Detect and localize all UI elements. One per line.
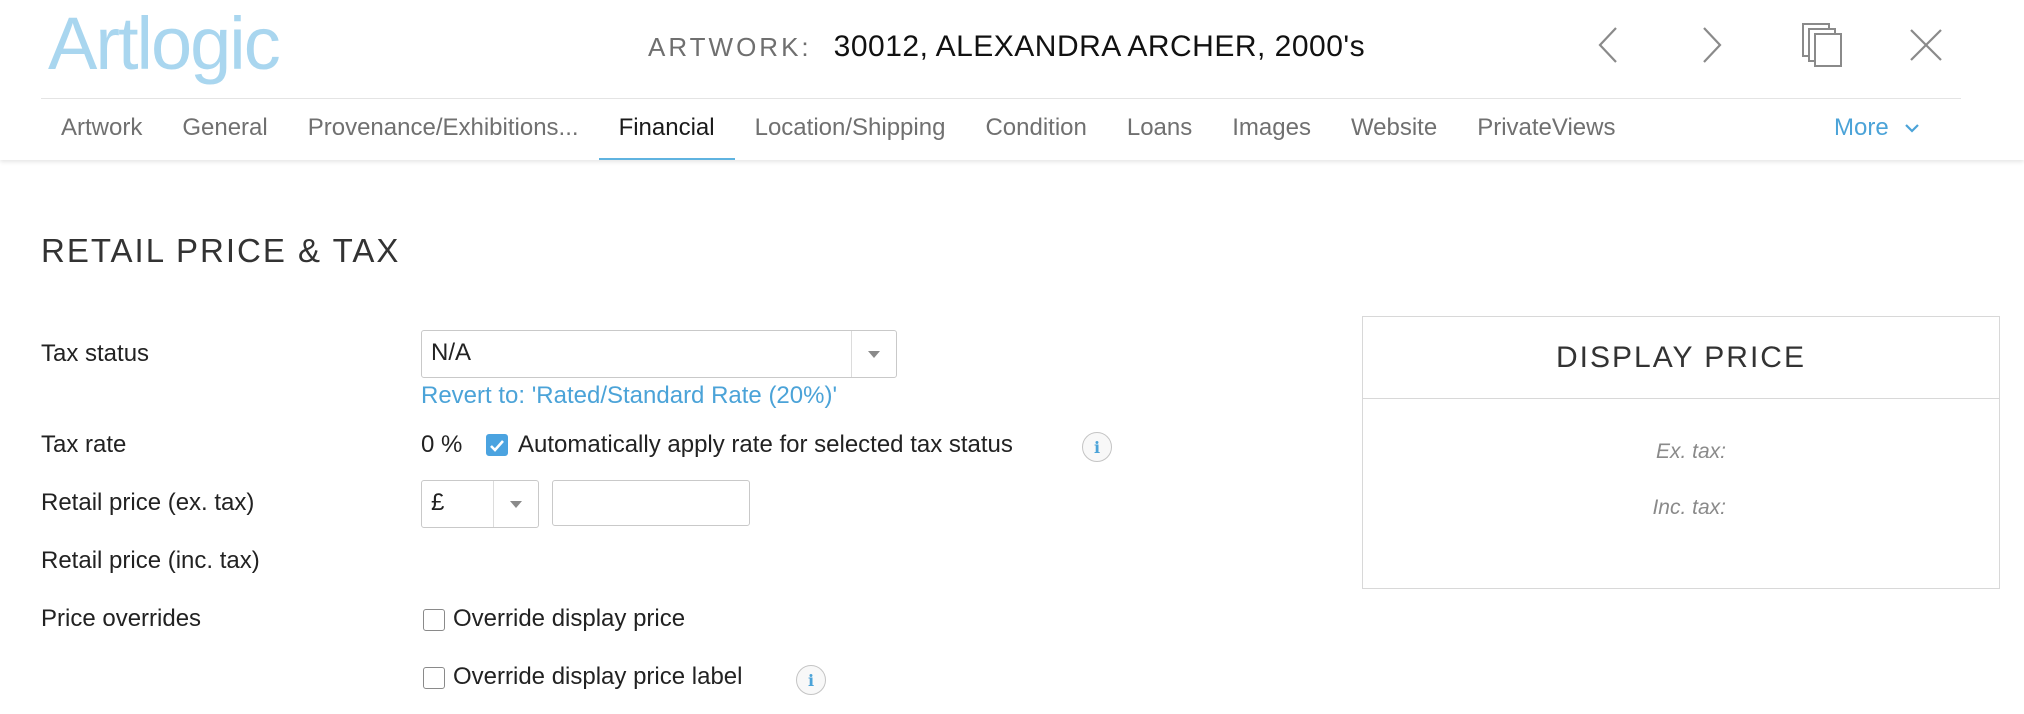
tax-rate-value: 0 % <box>421 431 463 458</box>
override-display-price-label[interactable]: Override display price <box>453 605 685 633</box>
record-name: 30012, ALEXANDRA ARCHER, 2000's <box>833 30 1366 63</box>
tab-financial[interactable]: Financial <box>598 104 735 160</box>
header-divider <box>41 98 1961 99</box>
currency-value: £ <box>431 489 445 516</box>
more-tabs-button[interactable]: More <box>1834 104 1919 152</box>
chevron-down-icon <box>1904 123 1919 133</box>
artlogic-logo: Artlogic <box>48 2 281 85</box>
tax-status-select[interactable]: N/A <box>421 330 897 378</box>
chevron-left-icon <box>1598 27 1617 63</box>
tab-website[interactable]: Website <box>1331 104 1457 158</box>
tab-loans[interactable]: Loans <box>1107 104 1212 158</box>
revert-tax-status-link[interactable]: Revert to: 'Rated/Standard Rate (20%)' <box>421 382 837 410</box>
tab-artwork[interactable]: Artwork <box>41 104 162 158</box>
dropdown-caret-icon <box>851 331 896 377</box>
info-icon[interactable]: i <box>1082 432 1112 462</box>
close-icon <box>1910 29 1942 61</box>
currency-select[interactable]: £ <box>421 480 539 528</box>
tab-general[interactable]: General <box>162 104 287 158</box>
record-type-label: ARTWORK: <box>648 31 812 62</box>
info-icon[interactable]: i <box>796 665 826 695</box>
tab-bar: Artwork General Provenance/Exhibitions..… <box>41 104 1635 160</box>
display-price-panel: DISPLAY PRICE Ex. tax: Inc. tax: <box>1362 316 2000 589</box>
dropdown-caret-icon <box>493 481 538 527</box>
tax-status-label: Tax status <box>41 340 150 367</box>
more-tabs-label: More <box>1834 114 1889 141</box>
section-title: RETAIL PRICE & TAX <box>41 232 401 269</box>
override-display-price-label-text[interactable]: Override display price label <box>453 663 742 691</box>
tab-condition[interactable]: Condition <box>965 104 1106 158</box>
tab-images[interactable]: Images <box>1212 104 1331 158</box>
tab-privateviews[interactable]: PrivateViews <box>1457 104 1635 158</box>
auto-apply-rate-checkbox[interactable] <box>486 434 508 456</box>
record-title: ARTWORK: 30012, ALEXANDRA ARCHER, 2000's <box>648 22 1365 72</box>
tab-provenance-exhibitions[interactable]: Provenance/Exhibitions... <box>288 104 599 158</box>
override-display-price-label-checkbox[interactable] <box>423 667 445 689</box>
next-record-button[interactable] <box>1687 20 1737 70</box>
ex-tax-label: Ex. tax: <box>1655 440 1726 463</box>
close-button[interactable] <box>1901 20 1951 70</box>
chevron-right-icon <box>1703 27 1722 63</box>
duplicate-icon <box>1802 23 1842 67</box>
retail-price-ex-tax-input[interactable] <box>552 480 750 526</box>
tax-status-value: N/A <box>431 339 472 366</box>
retail-price-ex-tax-label: Retail price (ex. tax) <box>41 489 255 516</box>
price-overrides-label: Price overrides <box>41 605 202 632</box>
override-display-price-checkbox[interactable] <box>423 609 445 631</box>
tax-rate-label: Tax rate <box>41 431 127 458</box>
tab-location-shipping[interactable]: Location/Shipping <box>735 104 966 158</box>
auto-apply-rate-label[interactable]: Automatically apply rate for selected ta… <box>518 431 1013 459</box>
retail-price-inc-tax-label: Retail price (inc. tax) <box>41 547 260 574</box>
record-header: Artlogic ARTWORK: 30012, ALEXANDRA ARCHE… <box>0 0 2024 160</box>
checkmark-icon <box>490 439 504 452</box>
previous-record-button[interactable] <box>1583 20 1633 70</box>
duplicate-record-button[interactable] <box>1797 20 1847 70</box>
display-price-title: DISPLAY PRICE <box>1363 317 1999 399</box>
inc-tax-label: Inc. tax: <box>1652 496 1726 519</box>
